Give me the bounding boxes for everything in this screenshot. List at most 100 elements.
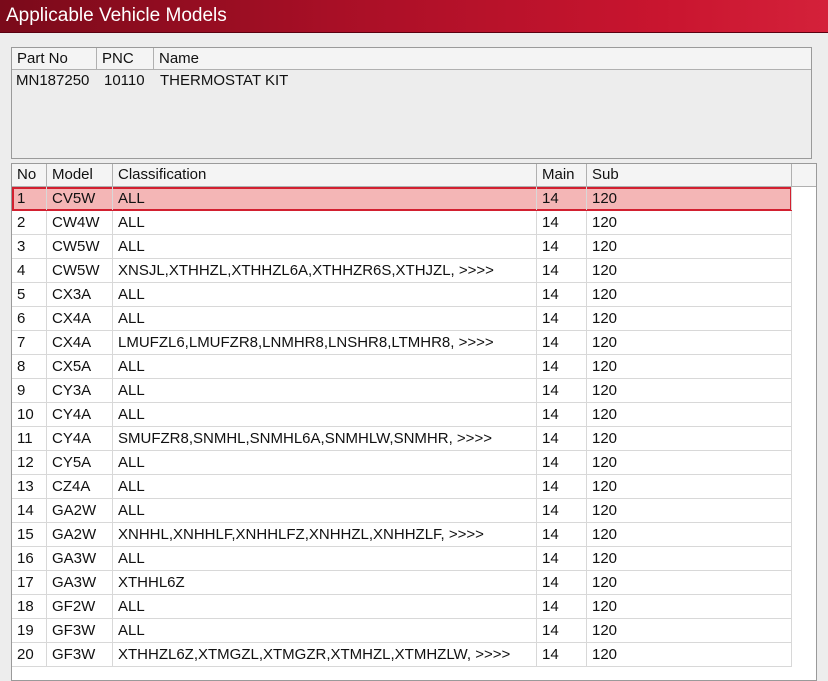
row-no-cell: 7 bbox=[12, 331, 47, 354]
table-row[interactable]: 9 CY3A ALL 14 120 bbox=[12, 379, 792, 403]
row-model-cell: CW4W bbox=[47, 211, 113, 234]
row-sub-cell: 120 bbox=[587, 307, 792, 330]
row-main-cell: 14 bbox=[537, 355, 587, 378]
row-sub-cell: 120 bbox=[587, 499, 792, 522]
table-row[interactable]: 19 GF3W ALL 14 120 bbox=[12, 619, 792, 643]
row-model-cell: GA3W bbox=[47, 547, 113, 570]
row-main-cell: 14 bbox=[537, 595, 587, 618]
row-classification-cell: ALL bbox=[113, 451, 537, 474]
row-classification-cell: ALL bbox=[113, 187, 537, 210]
table-row[interactable]: 12 CY5A ALL 14 120 bbox=[12, 451, 792, 475]
row-classification-cell: ALL bbox=[113, 619, 537, 642]
table-row[interactable]: 1 CV5W ALL 14 120 bbox=[12, 187, 792, 211]
row-classification-cell: ALL bbox=[113, 547, 537, 570]
row-main-cell: 14 bbox=[537, 523, 587, 546]
row-model-cell: CY3A bbox=[47, 379, 113, 402]
row-model-cell: CW5W bbox=[47, 259, 113, 282]
row-classification-cell: XTHHL6Z bbox=[113, 571, 537, 594]
table-row[interactable]: 14 GA2W ALL 14 120 bbox=[12, 499, 792, 523]
row-classification-cell: ALL bbox=[113, 499, 537, 522]
row-no-cell: 12 bbox=[12, 451, 47, 474]
header-part-no[interactable]: Part No bbox=[12, 48, 97, 70]
row-sub-cell: 120 bbox=[587, 211, 792, 234]
row-main-cell: 14 bbox=[537, 379, 587, 402]
table-row[interactable]: 10 CY4A ALL 14 120 bbox=[12, 403, 792, 427]
row-sub-cell: 120 bbox=[587, 571, 792, 594]
row-sub-cell: 120 bbox=[587, 619, 792, 642]
header-name[interactable]: Name bbox=[154, 48, 811, 70]
row-model-cell: CX5A bbox=[47, 355, 113, 378]
row-sub-cell: 120 bbox=[587, 427, 792, 450]
row-model-cell: CY5A bbox=[47, 451, 113, 474]
row-main-cell: 14 bbox=[537, 211, 587, 234]
row-sub-cell: 120 bbox=[587, 235, 792, 258]
title-bar[interactable]: Applicable Vehicle Models bbox=[0, 0, 828, 33]
row-classification-cell: ALL bbox=[113, 355, 537, 378]
table-row[interactable]: 8 CX5A ALL 14 120 bbox=[12, 355, 792, 379]
row-sub-cell: 120 bbox=[587, 355, 792, 378]
row-sub-cell: 120 bbox=[587, 283, 792, 306]
row-model-cell: GA3W bbox=[47, 571, 113, 594]
row-classification-cell: ALL bbox=[113, 475, 537, 498]
row-sub-cell: 120 bbox=[587, 595, 792, 618]
table-row[interactable]: 3 CW5W ALL 14 120 bbox=[12, 235, 792, 259]
row-sub-cell: 120 bbox=[587, 379, 792, 402]
row-no-cell: 1 bbox=[12, 187, 47, 210]
row-sub-cell: 120 bbox=[587, 547, 792, 570]
table-row[interactable]: 13 CZ4A ALL 14 120 bbox=[12, 475, 792, 499]
row-main-cell: 14 bbox=[537, 307, 587, 330]
table-row[interactable]: 18 GF2W ALL 14 120 bbox=[12, 595, 792, 619]
row-classification-cell: ALL bbox=[113, 211, 537, 234]
vehicle-models-grid: No Model Classification Main Sub 1 CV5W AL… bbox=[11, 163, 817, 681]
column-header-classification[interactable]: Classification bbox=[113, 164, 537, 186]
row-classification-cell: ALL bbox=[113, 403, 537, 426]
row-main-cell: 14 bbox=[537, 283, 587, 306]
row-sub-cell: 120 bbox=[587, 259, 792, 282]
table-row[interactable]: 20 GF3W XTHHZL6Z,XTMGZL,XTMGZR,XTMHZL,XTMH… bbox=[12, 643, 792, 667]
row-main-cell: 14 bbox=[537, 571, 587, 594]
row-no-cell: 4 bbox=[12, 259, 47, 282]
row-classification-cell: XNSJL,XTHHZL,XTHHZL6A,XTHHZR6S,XTHJZL, >… bbox=[113, 259, 537, 282]
column-header-filler bbox=[792, 164, 816, 186]
row-no-cell: 15 bbox=[12, 523, 47, 546]
row-no-cell: 20 bbox=[12, 643, 47, 666]
row-model-cell: CX3A bbox=[47, 283, 113, 306]
column-header-main[interactable]: Main bbox=[537, 164, 587, 186]
row-main-cell: 14 bbox=[537, 427, 587, 450]
row-sub-cell: 120 bbox=[587, 523, 792, 546]
table-row[interactable]: 15 GA2W XNHHL,XNHHLF,XNHHLFZ,XNHHZL,XNHHZL… bbox=[12, 523, 792, 547]
column-header-no[interactable]: No bbox=[12, 164, 47, 186]
row-model-cell: CW5W bbox=[47, 235, 113, 258]
column-header-model[interactable]: Model bbox=[47, 164, 113, 186]
column-header-sub[interactable]: Sub bbox=[587, 164, 792, 186]
row-model-cell: GA2W bbox=[47, 499, 113, 522]
grid-header: No Model Classification Main Sub bbox=[12, 164, 816, 187]
row-classification-cell: XTHHZL6Z,XTMGZL,XTMGZR,XTMHZL,XTMHZLW, >… bbox=[113, 643, 537, 666]
table-row[interactable]: 16 GA3W ALL 14 120 bbox=[12, 547, 792, 571]
row-sub-cell: 120 bbox=[587, 643, 792, 666]
row-no-cell: 9 bbox=[12, 379, 47, 402]
table-row[interactable]: 11 CY4A SMUFZR8,SNMHL,SNMHL6A,SNMHLW,SNMHR… bbox=[12, 427, 792, 451]
row-main-cell: 14 bbox=[537, 499, 587, 522]
table-row[interactable]: 17 GA3W XTHHL6Z 14 120 bbox=[12, 571, 792, 595]
row-main-cell: 14 bbox=[537, 187, 587, 210]
table-row[interactable]: 2 CW4W ALL 14 120 bbox=[12, 211, 792, 235]
row-no-cell: 2 bbox=[12, 211, 47, 234]
row-sub-cell: 120 bbox=[587, 403, 792, 426]
row-model-cell: CZ4A bbox=[47, 475, 113, 498]
row-no-cell: 14 bbox=[12, 499, 47, 522]
table-row[interactable]: 7 CX4A LMUFZL6,LMUFZR8,LNMHR8,LNSHR8,LTMHR… bbox=[12, 331, 792, 355]
row-model-cell: GF3W bbox=[47, 643, 113, 666]
window-title: Applicable Vehicle Models bbox=[6, 5, 227, 26]
row-no-cell: 5 bbox=[12, 283, 47, 306]
header-pnc[interactable]: PNC bbox=[97, 48, 154, 70]
table-row[interactable]: 5 CX3A ALL 14 120 bbox=[12, 283, 792, 307]
row-sub-cell: 120 bbox=[587, 331, 792, 354]
table-row[interactable]: 4 CW5W XNSJL,XTHHZL,XTHHZL6A,XTHHZR6S,XTHJ… bbox=[12, 259, 792, 283]
part-no-value: MN187250 bbox=[16, 72, 90, 89]
row-no-cell: 8 bbox=[12, 355, 47, 378]
row-no-cell: 3 bbox=[12, 235, 47, 258]
row-no-cell: 11 bbox=[12, 427, 47, 450]
row-model-cell: CY4A bbox=[47, 403, 113, 426]
table-row[interactable]: 6 CX4A ALL 14 120 bbox=[12, 307, 792, 331]
